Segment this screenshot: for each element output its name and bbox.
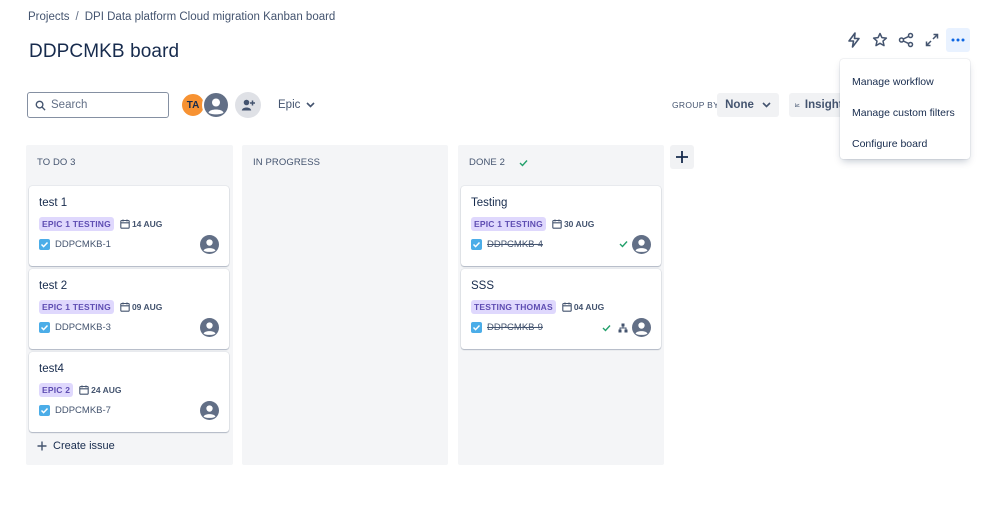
board-toolbar: Search TA Epic GROUP BY None Insights [27,91,967,119]
add-people-button[interactable] [235,92,261,118]
fullscreen-button[interactable] [920,28,944,52]
share-button[interactable] [894,28,918,52]
breadcrumb: Projects / DPI Data platform Cloud migra… [28,11,335,23]
epic-lozenge: EPIC 1 TESTING [39,300,114,314]
task-icon [39,239,50,250]
expand-icon [925,33,939,47]
due-date-text: 30 AUG [563,219,595,229]
plus-icon [37,441,47,451]
due-date-text: 04 AUG [573,302,605,312]
issue-card[interactable]: test 2 EPIC 1 TESTING 09 AUG DDPCMKB-3 [29,269,229,349]
breadcrumb-project[interactable]: DPI Data platform Cloud migration Kanban… [85,11,336,23]
column-todo: TO DO 3 test 1 EPIC 1 TESTING 14 AUG DDP… [26,145,233,465]
search-placeholder: Search [51,99,88,111]
task-icon [39,322,50,333]
card-status-icons [602,323,628,333]
more-icon [951,38,965,42]
column-header-done: DONE 2 [469,157,528,168]
done-check-icon [602,325,611,332]
assignee-avatar-icon[interactable] [200,318,219,337]
column-header-done-title: DONE 2 [469,157,505,168]
issue-key[interactable]: DDPCMKB-7 [55,405,111,416]
calendar-icon [120,302,130,312]
page-title: DDPCMKB board [29,41,180,62]
epic-lozenge: EPIC 1 TESTING [39,217,114,231]
issue-card[interactable]: Testing EPIC 1 TESTING 30 AUG DDPCMKB-4 [461,186,661,266]
due-date-text: 09 AUG [131,302,163,312]
search-input[interactable]: Search [27,92,169,118]
lightning-icon [848,32,860,48]
assignee-avatar-icon[interactable] [632,235,651,254]
automation-button[interactable] [842,28,866,52]
calendar-icon [552,219,562,229]
epic-lozenge: EPIC 2 [39,383,74,397]
done-check-icon [619,241,628,248]
issue-key[interactable]: DDPCMKB-4 [487,239,543,250]
due-date-text: 14 AUG [131,219,163,229]
groupby-value: None [725,99,754,111]
due-date: 14 AUG [120,219,162,229]
column-header-in-progress: IN PROGRESS [253,157,321,168]
calendar-icon [562,302,572,312]
due-date: 09 AUG [120,302,162,312]
column-done: DONE 2 Testing EPIC 1 TESTING 30 AUG DDP… [458,145,664,465]
board-actions [842,28,970,52]
card-title: test 2 [39,280,68,292]
search-icon [35,100,46,111]
create-issue-button[interactable]: Create issue [37,440,115,452]
due-date-text: 24 AUG [91,385,122,395]
epic-lozenge: EPIC 1 TESTING [471,217,546,231]
issue-card[interactable]: test 1 EPIC 1 TESTING 14 AUG DDPCMKB-1 [29,186,229,266]
issue-key[interactable]: DDPCMKB-1 [55,239,111,250]
card-title: test4 [39,363,64,375]
due-date: 24 AUG [79,385,122,395]
child-issues-icon [618,323,628,333]
groupby-label: GROUP BY [672,100,720,110]
task-icon [471,239,482,250]
issue-card[interactable]: SSS TESTING THOMAS 04 AUG DDPCMKB-9 [461,269,661,349]
menu-item-manage-custom-filters[interactable]: Manage custom filters [840,97,970,128]
menu-item-configure-board[interactable]: Configure board [840,128,970,159]
epic-lozenge: TESTING THOMAS [471,300,556,314]
menu-item-manage-workflow[interactable]: Manage workflow [840,66,970,97]
plus-icon [676,151,688,163]
user-icon [204,93,228,117]
chevron-down-icon [306,102,315,108]
calendar-icon [79,385,89,395]
due-date: 30 AUG [552,219,594,229]
chevron-down-icon [762,102,771,108]
breadcrumb-separator: / [75,11,79,23]
avatar-unassigned[interactable] [202,91,230,119]
column-header-todo: TO DO 3 [37,157,76,168]
due-date: 04 AUG [562,302,604,312]
more-actions-menu: Manage workflow Manage custom filters Co… [840,59,970,159]
card-title: SSS [471,280,495,292]
star-button[interactable] [868,28,892,52]
issue-key[interactable]: DDPCMKB-9 [487,322,543,333]
breadcrumb-projects[interactable]: Projects [28,11,70,23]
calendar-icon [120,219,130,229]
groupby-select[interactable]: None [717,93,779,117]
assignee-avatar-icon[interactable] [632,318,651,337]
add-user-icon [241,99,255,111]
create-issue-label: Create issue [53,440,115,452]
card-status-icons [619,240,628,248]
add-column-button[interactable] [670,145,694,169]
card-title: Testing [471,197,508,209]
task-icon [471,322,482,333]
issue-key[interactable]: DDPCMKB-3 [55,322,111,333]
issue-card[interactable]: test4 EPIC 2 24 AUG DDPCMKB-7 [29,352,229,432]
more-actions-button[interactable] [946,28,970,52]
share-icon [898,32,914,48]
card-title: test 1 [39,197,68,209]
assignee-avatar-icon[interactable] [200,235,219,254]
star-icon [872,32,888,47]
task-icon [39,405,50,416]
check-icon [519,159,528,167]
assignee-avatar-icon[interactable] [200,401,219,420]
epic-filter-dropdown[interactable]: Epic [274,95,319,115]
epic-filter-label: Epic [278,99,301,111]
column-in-progress: IN PROGRESS [242,145,448,465]
chart-line-icon [795,103,800,108]
